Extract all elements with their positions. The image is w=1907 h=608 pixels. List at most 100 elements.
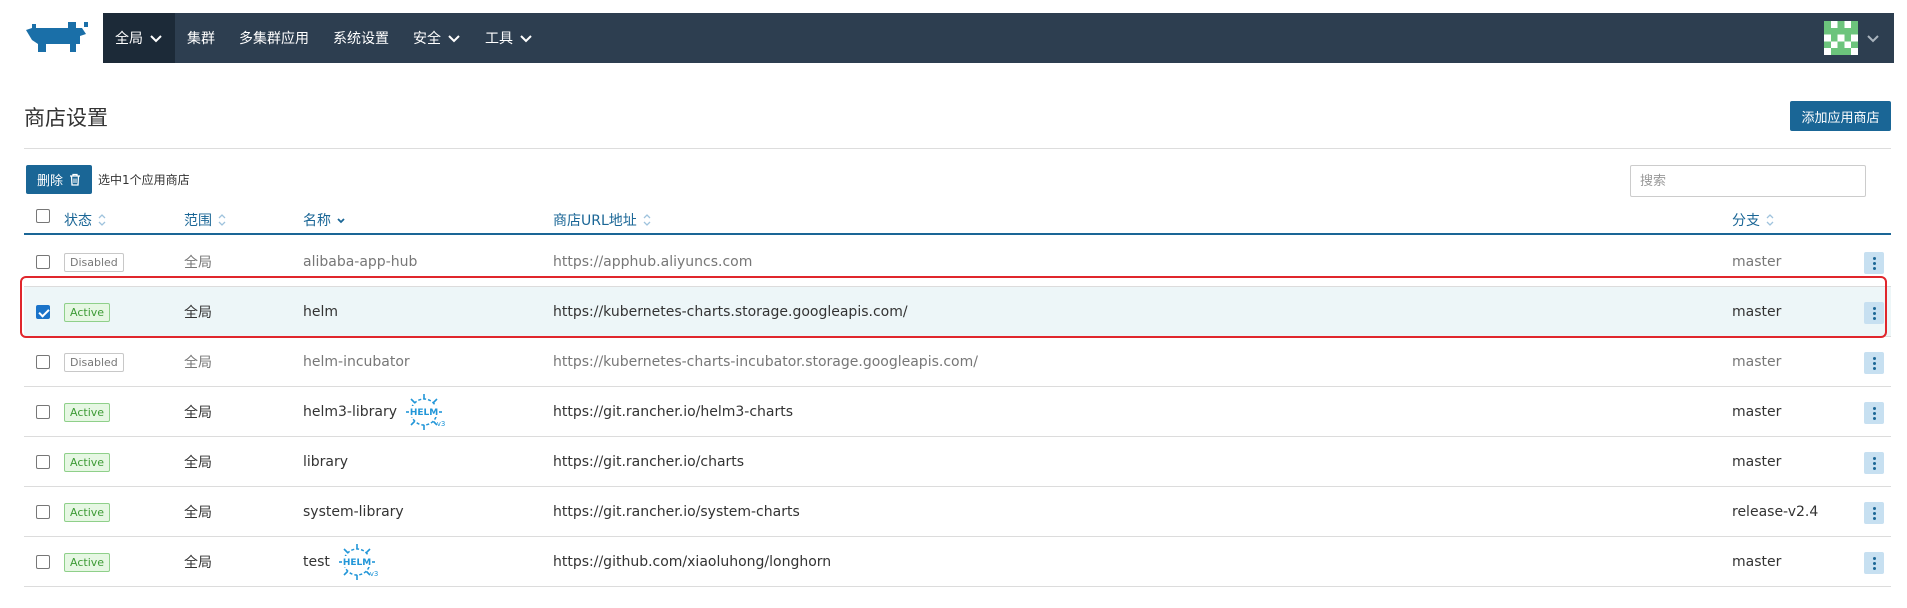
row-checkbox[interactable] [36,455,50,469]
branch-cell: master [1732,354,1782,370]
add-catalog-button[interactable]: 添加应用商店 [1790,101,1891,131]
branch-cell: master [1732,554,1782,570]
catalog-name-link[interactable]: helm-incubator [303,354,410,370]
selection-count: 选中1个应用商店 [98,173,190,187]
helm3-icon: HELM v3 [406,394,446,430]
catalog-name-link[interactable]: helm [303,304,338,320]
top-navbar: 全局 集群 多集群应用 系统设置 安全 工具 [103,13,1894,63]
name-cell: alibaba-app-hub [303,237,417,287]
status-badge: Active [64,452,111,472]
rancher-logo-icon[interactable] [24,18,92,56]
nav-security-label: 安全 [413,31,441,47]
col-url-header[interactable]: 商店URL地址 [553,210,652,230]
nav-settings[interactable]: 系统设置 [321,13,401,63]
col-scope-label: 范围 [184,213,212,229]
url-cell: https://git.rancher.io/system-charts [553,504,800,520]
chevron-down-icon [520,35,532,43]
table-row[interactable]: Active 全局 library https://git.rancher.io… [24,437,1891,487]
sort-icon [1766,214,1774,226]
catalog-name-link[interactable]: alibaba-app-hub [303,254,417,270]
branch-cell: master [1732,454,1782,470]
row-actions-button[interactable] [1864,552,1884,574]
nav-multi-cluster-apps-label: 多集群应用 [239,31,309,47]
status-badge: Active [64,402,111,422]
col-scope-header[interactable]: 范围 [184,210,227,230]
catalog-name-link[interactable]: library [303,454,348,470]
col-name-header[interactable]: 名称 [303,210,346,230]
table-row[interactable]: Active 全局 test HELM v3 https://github.co… [24,537,1891,587]
col-branch-header[interactable]: 分支 [1732,210,1775,230]
branch-cell: master [1732,254,1782,270]
table-row[interactable]: Disabled 全局 helm-incubator https://kuber… [24,337,1891,387]
row-actions-button[interactable] [1864,402,1884,424]
svg-text:v3: v3 [437,420,446,428]
nav-multi-cluster-apps[interactable]: 多集群应用 [227,13,321,63]
sort-icon [218,214,226,226]
url-cell: https://apphub.aliyuncs.com [553,254,753,270]
table-row[interactable]: Active 全局 helm https://kubernetes-charts… [24,287,1891,337]
row-checkbox[interactable] [36,555,50,569]
catalog-name-link[interactable]: helm3-library [303,404,397,420]
scope-cell: 全局 [184,405,212,421]
name-cell: library [303,437,348,487]
scope-cell: 全局 [184,255,212,271]
scope-cell: 全局 [184,505,212,521]
user-menu[interactable] [1824,13,1894,63]
nav-tools[interactable]: 工具 [473,13,545,63]
svg-text:v3: v3 [370,570,379,578]
name-cell: system-library [303,487,404,537]
chevron-down-icon [150,35,162,43]
row-actions-button[interactable] [1864,252,1884,274]
row-checkbox[interactable] [36,305,50,319]
state-cell: Disabled [64,237,124,287]
name-cell: helm3-library HELM v3 [303,387,447,437]
table-row[interactable]: Disabled 全局 alibaba-app-hub https://apph… [24,237,1891,287]
state-cell: Active [64,437,111,487]
nav-global[interactable]: 全局 [103,13,175,63]
col-url-label: 商店URL地址 [553,213,637,229]
status-badge: Active [64,502,111,522]
nav-tools-label: 工具 [485,31,513,47]
status-badge: Disabled [64,352,124,372]
row-actions-button[interactable] [1864,352,1884,374]
scope-cell: 全局 [184,455,212,471]
row-actions-button[interactable] [1864,452,1884,474]
chevron-down-icon [448,35,460,43]
status-badge: Disabled [64,252,124,272]
nav-settings-label: 系统设置 [333,31,389,47]
branch-cell: master [1732,304,1782,320]
search-input[interactable] [1630,165,1866,197]
status-badge: Active [64,552,111,572]
sort-icon [98,214,106,226]
branch-cell: master [1732,404,1782,420]
delete-button[interactable]: 删除 [26,165,92,194]
table-header: 状态 范围 名称 商店URL地址 分支 [24,208,1891,235]
nav-clusters[interactable]: 集群 [175,13,227,63]
row-actions-button[interactable] [1864,502,1884,524]
state-cell: Active [64,287,111,337]
url-cell: https://kubernetes-charts-incubator.stor… [553,354,978,370]
chevron-down-icon [1867,35,1879,43]
catalog-name-link[interactable]: test [303,554,330,570]
row-actions-button[interactable] [1864,302,1884,324]
nav-clusters-label: 集群 [187,31,215,47]
url-cell: https://git.rancher.io/helm3-charts [553,404,794,420]
select-all-checkbox[interactable] [36,209,50,223]
name-cell: test HELM v3 [303,537,380,587]
col-name-label: 名称 [303,213,331,229]
row-checkbox[interactable] [36,405,50,419]
col-state-header[interactable]: 状态 [64,210,107,230]
table-row[interactable]: Active 全局 system-library https://git.ran… [24,487,1891,537]
row-checkbox[interactable] [36,355,50,369]
url-cell: https://github.com/xiaoluhong/longhorn [553,554,832,570]
url-cell: https://git.rancher.io/charts [553,454,745,470]
state-cell: Disabled [64,337,124,387]
row-checkbox[interactable] [36,505,50,519]
sort-desc-icon [337,218,345,224]
nav-security[interactable]: 安全 [401,13,473,63]
scope-cell: 全局 [184,305,212,321]
trash-icon [70,173,80,186]
row-checkbox[interactable] [36,255,50,269]
table-row[interactable]: Active 全局 helm3-library HELM v3 https://… [24,387,1891,437]
catalog-name-link[interactable]: system-library [303,504,404,520]
